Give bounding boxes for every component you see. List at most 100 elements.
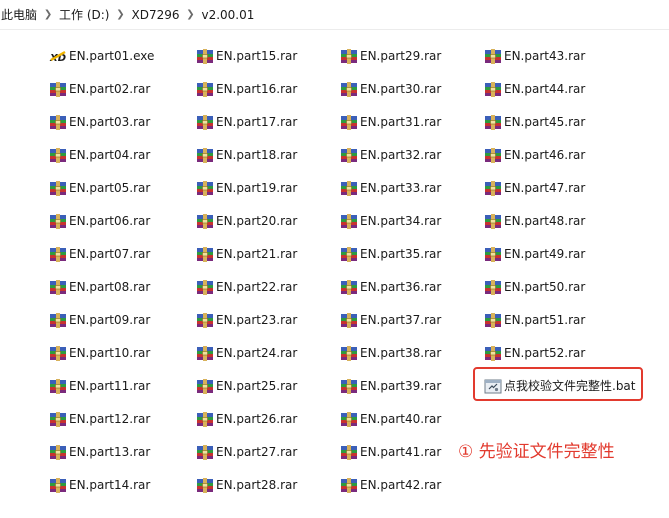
file-item[interactable]: EN.part17.rar [196, 111, 297, 133]
winrar-archive-icon [49, 345, 67, 361]
file-item[interactable]: EN.part44.rar [484, 78, 585, 100]
file-item[interactable]: EN.part51.rar [484, 309, 585, 331]
winrar-archive-icon [340, 477, 358, 493]
file-item[interactable]: EN.part50.rar [484, 276, 585, 298]
file-item[interactable]: EN.part47.rar [484, 177, 585, 199]
file-name: EN.part09.rar [69, 313, 151, 327]
winrar-archive-icon [340, 444, 358, 460]
file-item[interactable]: EN.part27.rar [196, 441, 297, 463]
breadcrumb-item-subfolder[interactable]: v2.00.01 [201, 8, 254, 22]
file-item[interactable]: EN.part20.rar [196, 210, 297, 232]
winrar-archive-icon [49, 477, 67, 493]
highlight-box [473, 367, 643, 401]
file-item[interactable]: EN.part34.rar [340, 210, 441, 232]
file-name: EN.part04.rar [69, 148, 151, 162]
breadcrumb-item-drive[interactable]: 工作 (D:) [59, 6, 109, 23]
chevron-right-icon[interactable]: ❯ [37, 9, 59, 20]
file-item[interactable]: EN.part13.rar [49, 441, 150, 463]
file-item[interactable]: EN.part41.rar [340, 441, 441, 463]
file-item[interactable]: EN.part09.rar [49, 309, 150, 331]
file-item[interactable]: EN.part45.rar [484, 111, 585, 133]
file-item[interactable]: EN.part06.rar [49, 210, 150, 232]
file-item[interactable]: EN.part25.rar [196, 375, 297, 397]
file-item[interactable]: EN.part08.rar [49, 276, 150, 298]
file-name: EN.part43.rar [504, 49, 586, 63]
file-item[interactable]: EN.part22.rar [196, 276, 297, 298]
winrar-archive-icon [196, 213, 214, 229]
chevron-right-icon[interactable]: ❯ [179, 9, 201, 20]
winrar-archive-icon [484, 180, 502, 196]
winrar-archive-icon [49, 81, 67, 97]
breadcrumb-item-folder[interactable]: XD7296 [131, 8, 179, 22]
breadcrumb: 此电脑 ❯ 工作 (D:) ❯ XD7296 ❯ v2.00.01 [0, 0, 669, 30]
winrar-archive-icon [49, 378, 67, 394]
winrar-archive-icon [49, 246, 67, 262]
file-name: EN.part51.rar [504, 313, 586, 327]
file-item[interactable]: EN.part16.rar [196, 78, 297, 100]
file-item[interactable]: EN.part24.rar [196, 342, 297, 364]
file-item[interactable]: EN.part26.rar [196, 408, 297, 430]
file-name: EN.part37.rar [360, 313, 442, 327]
file-item[interactable]: EN.part46.rar [484, 144, 585, 166]
winrar-archive-icon [340, 114, 358, 130]
file-name: EN.part08.rar [69, 280, 151, 294]
file-item[interactable]: EN.part31.rar [340, 111, 441, 133]
winrar-archive-icon [340, 147, 358, 163]
file-item[interactable]: EN.part35.rar [340, 243, 441, 265]
winrar-archive-icon [49, 147, 67, 163]
file-item[interactable]: EN.part33.rar [340, 177, 441, 199]
file-item[interactable]: EN.part38.rar [340, 342, 441, 364]
file-name: EN.part35.rar [360, 247, 442, 261]
file-name: EN.part18.rar [216, 148, 298, 162]
file-item[interactable]: EN.part40.rar [340, 408, 441, 430]
file-item[interactable]: EN.part03.rar [49, 111, 150, 133]
file-name: EN.part14.rar [69, 478, 151, 492]
annotation-text: ① 先验证文件完整性 [458, 442, 615, 462]
file-item[interactable]: EN.part10.rar [49, 342, 150, 364]
file-item[interactable]: EN.part28.rar [196, 474, 297, 496]
winrar-archive-icon [49, 411, 67, 427]
file-item[interactable]: EN.part49.rar [484, 243, 585, 265]
file-name: EN.part11.rar [69, 379, 151, 393]
file-name: EN.part23.rar [216, 313, 298, 327]
file-item[interactable]: EN.part30.rar [340, 78, 441, 100]
breadcrumb-item-this-pc[interactable]: 此电脑 [1, 6, 37, 23]
file-item[interactable]: EN.part48.rar [484, 210, 585, 232]
file-name: EN.part28.rar [216, 478, 298, 492]
file-item[interactable]: EN.part23.rar [196, 309, 297, 331]
winrar-archive-icon [196, 345, 214, 361]
file-item[interactable]: EN.part42.rar [340, 474, 441, 496]
file-item[interactable]: EN.part19.rar [196, 177, 297, 199]
file-item[interactable]: EN.part43.rar [484, 45, 585, 67]
chevron-right-icon[interactable]: ❯ [109, 9, 131, 20]
file-item[interactable]: EN.part12.rar [49, 408, 150, 430]
file-item[interactable]: EN.part15.rar [196, 45, 297, 67]
file-name: EN.part21.rar [216, 247, 298, 261]
file-name: EN.part12.rar [69, 412, 151, 426]
file-item[interactable]: EN.part07.rar [49, 243, 150, 265]
file-name: EN.part41.rar [360, 445, 442, 459]
file-item[interactable]: EN.part37.rar [340, 309, 441, 331]
file-item[interactable]: XD EN.part01.exe [49, 45, 154, 67]
file-item[interactable]: EN.part21.rar [196, 243, 297, 265]
file-item[interactable]: EN.part14.rar [49, 474, 150, 496]
file-item[interactable]: EN.part18.rar [196, 144, 297, 166]
file-item[interactable]: EN.part11.rar [49, 375, 150, 397]
file-item[interactable]: EN.part39.rar [340, 375, 441, 397]
file-name: EN.part32.rar [360, 148, 442, 162]
file-item[interactable]: EN.part05.rar [49, 177, 150, 199]
file-item[interactable]: EN.part04.rar [49, 144, 150, 166]
file-name: EN.part45.rar [504, 115, 586, 129]
winrar-archive-icon [340, 279, 358, 295]
file-name: EN.part29.rar [360, 49, 442, 63]
file-item[interactable]: EN.part29.rar [340, 45, 441, 67]
file-item[interactable]: EN.part36.rar [340, 276, 441, 298]
file-item[interactable]: EN.part32.rar [340, 144, 441, 166]
file-item[interactable]: EN.part52.rar [484, 342, 585, 364]
file-name: EN.part27.rar [216, 445, 298, 459]
file-name: EN.part52.rar [504, 346, 586, 360]
file-name: EN.part47.rar [504, 181, 586, 195]
file-item[interactable]: EN.part02.rar [49, 78, 150, 100]
winrar-archive-icon [484, 345, 502, 361]
winrar-archive-icon [196, 411, 214, 427]
